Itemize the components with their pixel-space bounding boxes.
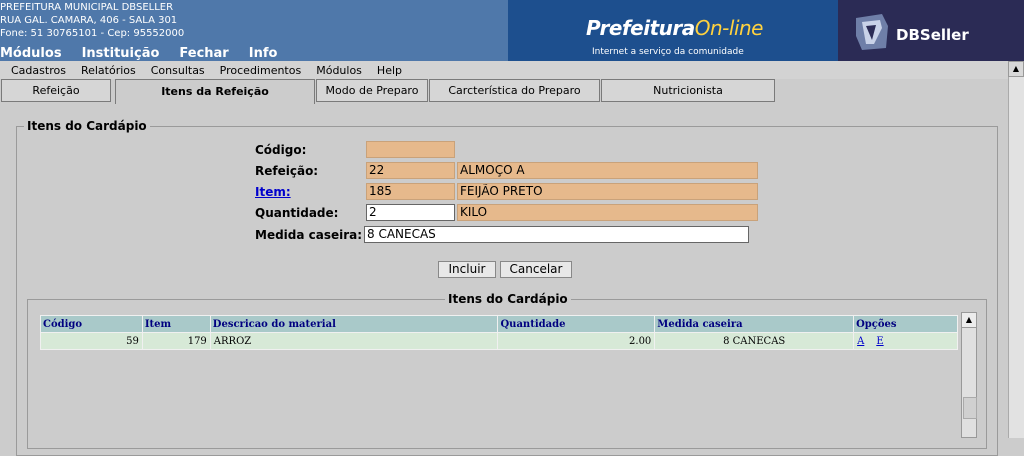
grid-scrollbar[interactable]: ▲ (961, 312, 977, 438)
top-menu-fechar[interactable]: Fechar (179, 46, 228, 61)
menu-procedimentos[interactable]: Procedimentos (220, 64, 302, 77)
page-scroll-up-icon[interactable]: ▲ (1008, 61, 1024, 77)
dbseller-logo-icon (856, 14, 888, 50)
cell-item: 179 (141, 332, 211, 350)
tab-nutricionista[interactable]: Nutricionista (601, 79, 775, 102)
grid-scroll-thumb[interactable] (963, 397, 977, 419)
cell-medida: 8 CANECAS (654, 332, 855, 350)
org-phone: Fone: 51 30765101 - Cep: 95552000 (0, 28, 185, 39)
org-name: PREFEITURA MUNICIPAL DBSELLER (0, 2, 174, 13)
cell-opcoes: AE (853, 332, 958, 350)
org-address: RUA GAL. CAMARA, 406 - SALA 301 (0, 15, 178, 26)
refeicao-code-field[interactable]: 22 (366, 162, 455, 179)
table-row: 59 179 ARROZ 2.00 8 CANECAS AE (40, 332, 958, 350)
tab-caracteristica-do-preparo[interactable]: Carcterística do Preparo (429, 79, 600, 102)
exclude-link[interactable]: E (876, 336, 883, 347)
page-scrollbar[interactable] (1008, 77, 1024, 438)
col-medida-header[interactable]: Medida caseira (654, 315, 855, 333)
col-descricao-header[interactable]: Descricao do material (209, 315, 499, 333)
menu-cadastros[interactable]: Cadastros (11, 64, 66, 77)
quantidade-field[interactable]: 2 (366, 204, 455, 221)
item-desc-field[interactable]: FEIJÃO PRETO (457, 183, 758, 200)
top-menu-modulos[interactable]: Módulos (0, 46, 62, 61)
prefeitura-online-logo: PrefeituraOn-line (586, 16, 763, 40)
menu-relatorios[interactable]: Relatórios (81, 64, 136, 77)
cell-codigo: 59 (40, 332, 143, 350)
quantidade-unit-field[interactable]: KILO (457, 204, 758, 221)
col-codigo-header[interactable]: Código (40, 315, 143, 333)
menu-help[interactable]: Help (377, 64, 402, 77)
tab-modo-de-preparo[interactable]: Modo de Preparo (316, 79, 428, 102)
codigo-label: Código: (255, 143, 307, 157)
quantidade-label: Quantidade: (255, 206, 339, 220)
refeicao-label: Refeição: (255, 164, 319, 178)
col-item-header[interactable]: Item (141, 315, 211, 333)
cell-quantidade: 2.00 (497, 332, 656, 350)
form-legend: Itens do Cardápio (24, 119, 150, 133)
menu-consultas[interactable]: Consultas (151, 64, 205, 77)
table-header-row: Código Item Descricao do material Quanti… (40, 315, 958, 333)
tab-itens-da-refeicao[interactable]: Itens da Refeição (115, 79, 315, 104)
col-opcoes-header: Opções (853, 315, 958, 333)
grid-scroll-up-icon[interactable]: ▲ (962, 313, 976, 328)
incluir-button[interactable]: Incluir (438, 261, 496, 278)
cell-descricao: ARROZ (209, 332, 499, 350)
alter-link[interactable]: A (857, 336, 864, 347)
logo-tagline: Internet a serviço da comunidade (592, 47, 744, 57)
col-quantidade-header[interactable]: Quantidade (497, 315, 656, 333)
medida-caseira-label: Medida caseira: (255, 228, 363, 242)
tab-refeicao[interactable]: Refeição (1, 79, 111, 102)
app-header: PREFEITURA MUNICIPAL DBSELLER RUA GAL. C… (0, 0, 1024, 61)
menu-modulos[interactable]: Módulos (316, 64, 362, 77)
item-link[interactable]: Item: (255, 185, 291, 199)
top-menu: Módulos Instituição Fechar Info (0, 46, 297, 61)
medida-caseira-field[interactable]: 8 CANECAS (364, 226, 749, 243)
top-menu-instituicao[interactable]: Instituição (82, 46, 160, 61)
menubar: Cadastros Relatórios Consultas Procedime… (0, 61, 1008, 79)
cancelar-button[interactable]: Cancelar (500, 261, 572, 278)
refeicao-desc-field[interactable]: ALMOÇO A (457, 162, 758, 179)
codigo-field[interactable] (366, 141, 455, 158)
grid-legend: Itens do Cardápio (445, 292, 571, 306)
item-code-field[interactable]: 185 (366, 183, 455, 200)
dbseller-brand: DBSeller (896, 26, 969, 44)
top-menu-info[interactable]: Info (249, 46, 278, 61)
items-table: Código Item Descricao do material Quanti… (40, 315, 958, 350)
